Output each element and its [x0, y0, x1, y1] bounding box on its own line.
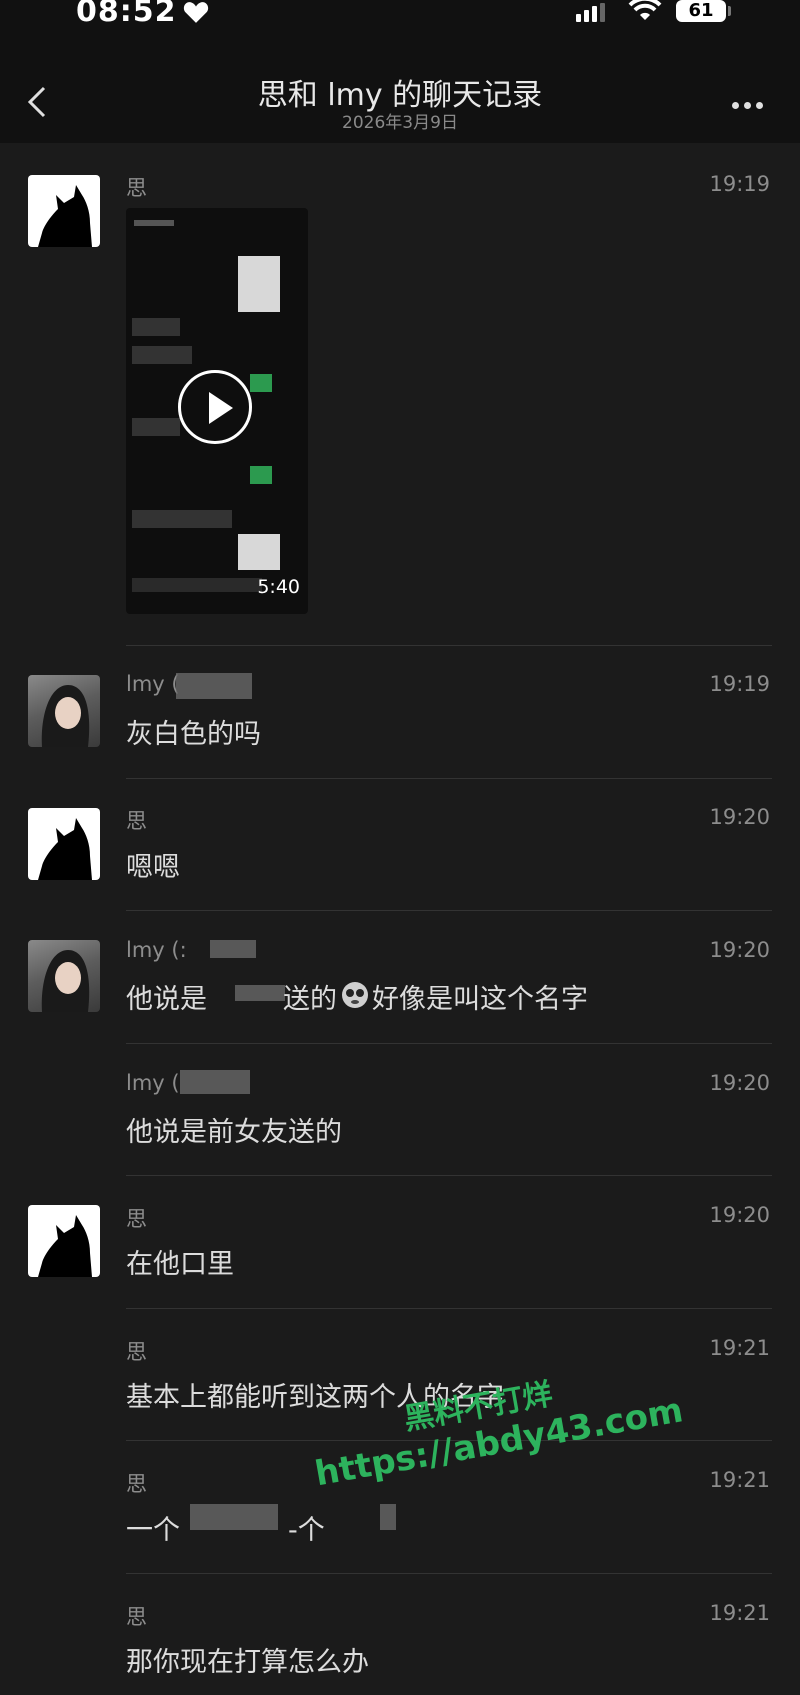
video-thumb-content — [132, 318, 180, 336]
message-time: 19:19 — [709, 672, 770, 696]
battery-cap — [728, 6, 731, 16]
sender-name: 思 — [126, 1207, 147, 1231]
message-text: 他说是前女友送的 — [126, 1117, 342, 1148]
message-text: 嗯嗯 — [126, 852, 180, 883]
avatar[interactable] — [28, 940, 100, 1012]
sender-name: lmy ( — [126, 1071, 180, 1095]
video-thumb-content — [134, 220, 174, 226]
message-divider — [126, 645, 772, 646]
sender-name: 思 — [126, 809, 147, 833]
message-text: -个 — [288, 1515, 325, 1546]
wifi-icon — [628, 0, 662, 20]
redaction-blur — [176, 673, 252, 699]
status-bar: 08:52 61 — [0, 0, 800, 40]
message-divider — [126, 1175, 772, 1176]
video-thumb-content — [132, 510, 232, 528]
message-time: 19:20 — [709, 1203, 770, 1227]
message-time: 19:21 — [709, 1336, 770, 1360]
video-duration: 5:40 — [257, 576, 300, 598]
more-options-button[interactable] — [728, 96, 768, 116]
avatar[interactable] — [28, 675, 100, 747]
cat-silhouette-icon — [38, 818, 92, 880]
video-thumb-content — [132, 418, 180, 436]
redaction-blur — [235, 985, 285, 1001]
battery-indicator: 61 — [676, 0, 726, 22]
nav-bar: 思和 lmy 的聊天记录 2026年3月9日 — [0, 40, 800, 143]
message-text: 好像是叫这个名字 — [372, 984, 588, 1015]
video-thumb-content — [132, 346, 192, 364]
page-subtitle: 2026年3月9日 — [342, 113, 458, 133]
status-time: 08:52 — [76, 0, 177, 29]
message-text: 送的 — [283, 984, 337, 1015]
message-divider — [126, 910, 772, 911]
message-divider — [126, 1043, 772, 1044]
message-time: 19:21 — [709, 1468, 770, 1492]
message-time: 19:20 — [709, 805, 770, 829]
redaction-blur — [180, 1070, 250, 1094]
emoji-icon — [342, 982, 368, 1008]
sender-name: 思 — [126, 1605, 147, 1629]
cat-silhouette-icon — [38, 1215, 92, 1277]
sender-name: 思 — [126, 1340, 147, 1364]
video-thumb-content — [250, 466, 272, 484]
heart-icon — [183, 2, 209, 23]
message-text: 那你现在打算怎么办 — [126, 1647, 369, 1678]
message-text: 灰白色的吗 — [126, 719, 261, 750]
sender-name: 思 — [126, 1472, 147, 1496]
sender-name: lmy ( — [126, 672, 180, 696]
message-text: 一个 — [126, 1515, 180, 1546]
sender-name: lmy (: — [126, 938, 187, 962]
message-divider — [126, 778, 772, 779]
avatar[interactable] — [28, 808, 100, 880]
message-text: 在他口里 — [126, 1249, 234, 1280]
video-message[interactable]: 5:40 — [126, 208, 308, 614]
play-icon[interactable] — [178, 370, 252, 444]
message-time: 19:20 — [709, 938, 770, 962]
person-photo-icon — [41, 685, 90, 747]
video-thumb-content — [238, 256, 280, 312]
message-time: 19:21 — [709, 1601, 770, 1625]
message-text: 他说是 — [126, 984, 207, 1015]
avatar[interactable] — [28, 175, 100, 247]
video-thumb-content — [238, 534, 280, 570]
redaction-blur — [190, 1504, 278, 1530]
avatar[interactable] — [28, 1205, 100, 1277]
message-divider — [126, 1308, 772, 1309]
redaction-blur — [380, 1504, 396, 1530]
cat-silhouette-icon — [38, 185, 92, 247]
person-photo-icon — [41, 950, 90, 1012]
video-thumb-content — [132, 578, 262, 592]
video-thumb-content — [250, 374, 272, 392]
message-divider — [126, 1573, 772, 1574]
message-time: 19:20 — [709, 1071, 770, 1095]
sender-name: 思 — [126, 176, 147, 200]
redaction-blur — [210, 940, 256, 958]
message-time: 19:19 — [709, 172, 770, 196]
